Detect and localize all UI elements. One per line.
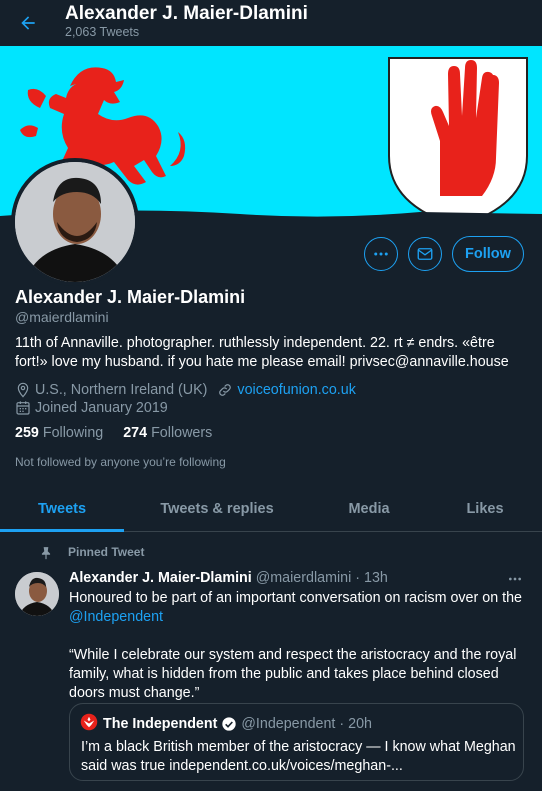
quoted-tweet-text: I’m a black British member of the aristo…: [81, 739, 516, 774]
more-options-button[interactable]: [364, 237, 398, 271]
back-button[interactable]: [14, 9, 42, 37]
following-count[interactable]: 259: [15, 425, 39, 441]
profile-joined: Joined January 2019: [35, 400, 168, 416]
profile-avatar[interactable]: [11, 158, 139, 286]
tweet-avatar-photo: [15, 572, 59, 616]
following-label[interactable]: Following: [43, 425, 103, 441]
avatar-photo: [15, 162, 135, 282]
follow-button[interactable]: Follow: [452, 236, 524, 272]
quoted-author-handle: @Independent: [241, 716, 336, 732]
followers-label[interactable]: Followers: [151, 425, 212, 441]
tweet-separator: ·: [355, 570, 361, 586]
more-dots-icon: [509, 577, 521, 581]
active-tab-indicator: [0, 529, 124, 532]
tweet-paragraph-1: Honoured to be part of an important conv…: [69, 589, 529, 627]
top-bar: Alexander J. Maier-Dlamini 2,063 Tweets: [0, 0, 542, 46]
pinned-tweet-text: Pinned Tweet: [68, 545, 145, 559]
quoted-time: 20h: [348, 716, 372, 732]
tweet-author-handle[interactable]: @maierdlamini: [256, 570, 352, 586]
profile-tabs: Tweets Tweets & replies Media Likes: [0, 486, 542, 532]
profile-meta-joined-row: Joined January 2019: [15, 399, 168, 417]
pinned-tweet-label: Pinned Tweet: [41, 545, 145, 560]
quoted-author-name: The Independent: [103, 716, 218, 732]
tab-likes[interactable]: Likes: [428, 486, 542, 532]
tweet-quote-paragraph: “While I celebrate our system and respec…: [69, 647, 517, 701]
follow-stats: 259 Following 274 Followers: [15, 425, 228, 441]
profile-handle: @maierdlamini: [15, 309, 109, 325]
profile-bio: 11th of Annaville. photographer. ruthles…: [15, 335, 509, 370]
tweet-header: Alexander J. Maier-Dlamini @maierdlamini…: [69, 570, 388, 586]
pin-icon: [39, 545, 53, 564]
quoted-separator: ·: [335, 716, 349, 732]
tab-tweets-replies[interactable]: Tweets & replies: [124, 486, 310, 532]
more-dots-icon: [374, 252, 388, 256]
tweet-time[interactable]: 13h: [364, 570, 388, 586]
profile-website-group: voiceofunion.co.uk: [217, 382, 356, 398]
tab-media[interactable]: Media: [310, 486, 428, 532]
profile-name: Alexander J. Maier-Dlamini: [15, 287, 246, 307]
verified-badge-icon: [221, 716, 237, 732]
profile-meta-location-row: U.S., Northern Ireland (UK) voiceofunion…: [15, 381, 356, 399]
message-button[interactable]: [408, 237, 442, 271]
header-tweet-count: 2,063 Tweets: [65, 25, 140, 39]
tweet-text-line1: Honoured to be part of an important conv…: [69, 590, 522, 606]
profile-website-link[interactable]: voiceofunion.co.uk: [237, 382, 355, 398]
tweet-author-avatar[interactable]: [15, 572, 59, 616]
calendar-icon: [15, 400, 31, 416]
quoted-tweet-card[interactable]: The Independent @Independent · 20h I’m a…: [69, 703, 524, 781]
link-icon: [217, 382, 233, 398]
not-followed-note: Not followed by anyone you’re following: [15, 455, 226, 469]
mail-icon: [417, 248, 433, 260]
followers-count[interactable]: 274: [123, 425, 147, 441]
shield-red-hand-icon: [388, 57, 528, 226]
location-pin-icon: [15, 382, 31, 398]
header-display-name: Alexander J. Maier-Dlamini: [65, 3, 308, 24]
profile-location: U.S., Northern Ireland (UK): [35, 382, 208, 398]
back-arrow-icon: [21, 16, 35, 30]
tweet-mention-link[interactable]: @Independent: [69, 609, 163, 625]
tweet-author-name[interactable]: Alexander J. Maier-Dlamini: [69, 570, 252, 586]
quoted-tweet-header: The Independent @Independent · 20h: [80, 713, 372, 735]
tweet-more-button[interactable]: [504, 571, 526, 587]
independent-eagle-icon: [80, 713, 98, 735]
tab-tweets[interactable]: Tweets: [0, 486, 124, 532]
